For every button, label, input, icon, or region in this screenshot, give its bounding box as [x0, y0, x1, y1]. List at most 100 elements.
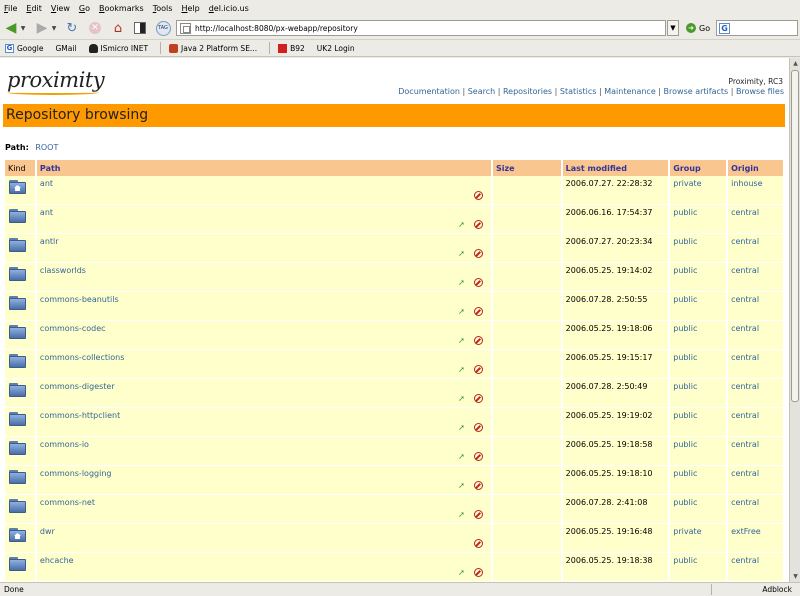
bookmark-java[interactable]: Java 2 Platform SE... — [169, 43, 257, 53]
folder-icon[interactable] — [9, 470, 26, 486]
group-link[interactable]: public — [673, 498, 697, 507]
refresh-icon[interactable]: ➚ — [457, 278, 466, 287]
folder-icon[interactable] — [9, 296, 26, 312]
group-link[interactable]: public — [673, 353, 697, 362]
path-link[interactable]: ant — [40, 179, 53, 188]
path-link[interactable]: commons-codec — [40, 324, 106, 333]
origin-link[interactable]: inhouse — [731, 179, 762, 188]
folder-icon[interactable] — [9, 325, 26, 341]
origin-link[interactable]: central — [731, 440, 759, 449]
search-input[interactable]: G — [716, 20, 798, 36]
scroll-down-icon[interactable]: ▼ — [790, 571, 800, 582]
column-header-origin[interactable]: Origin — [728, 160, 783, 176]
folder-icon[interactable] — [9, 383, 26, 399]
delete-icon[interactable] — [474, 394, 484, 403]
stop-icon[interactable]: ✕ — [87, 19, 103, 37]
column-header-size[interactable]: Size — [493, 160, 561, 176]
group-link[interactable]: public — [673, 266, 697, 275]
nav-link-browse-artifacts[interactable]: Browse artifacts — [664, 87, 729, 96]
delete-icon[interactable] — [474, 452, 484, 461]
bookmark-uk2[interactable]: UK2 Login — [317, 44, 355, 53]
path-root-link[interactable]: ROOT — [35, 143, 58, 152]
column-header-path[interactable]: Path — [36, 160, 492, 176]
refresh-icon[interactable]: ➚ — [457, 365, 466, 374]
bookmark-gmail[interactable]: GMail — [55, 44, 76, 53]
group-link[interactable]: public — [673, 295, 697, 304]
menu-tools[interactable]: Tools — [153, 4, 173, 13]
refresh-icon[interactable]: ➚ — [457, 510, 466, 519]
back-icon[interactable]: ◀ — [4, 19, 18, 37]
origin-link[interactable]: central — [731, 266, 759, 275]
origin-link[interactable]: extFree — [731, 527, 761, 536]
url-input[interactable]: http://localhost:8080/px-webapp/reposito… — [176, 20, 666, 36]
group-link[interactable]: public — [673, 440, 697, 449]
bookmark-ismicro[interactable]: ISmicro INET — [88, 43, 148, 53]
origin-link[interactable]: central — [731, 469, 759, 478]
folder-icon[interactable] — [9, 412, 26, 428]
refresh-icon[interactable]: ➚ — [457, 568, 466, 577]
bookmark-b92[interactable]: B92 — [278, 43, 305, 53]
nav-link-documentation[interactable]: Documentation — [398, 87, 460, 96]
forward-history-icon[interactable]: ▼ — [50, 19, 58, 37]
path-link[interactable]: commons-collections — [40, 353, 124, 362]
path-link[interactable]: commons-digester — [40, 382, 115, 391]
origin-link[interactable]: central — [731, 208, 759, 217]
delete-icon[interactable] — [474, 423, 484, 432]
folder-icon[interactable] — [9, 441, 26, 457]
reload-icon[interactable]: ↻ — [64, 19, 80, 37]
home-folder-icon[interactable] — [9, 528, 26, 544]
delete-icon[interactable] — [474, 365, 484, 374]
delete-icon[interactable] — [474, 539, 484, 548]
refresh-icon[interactable]: ➚ — [457, 452, 466, 461]
path-link[interactable]: commons-httpclient — [40, 411, 120, 420]
menu-view[interactable]: View — [51, 4, 70, 13]
delete-icon[interactable] — [474, 307, 484, 316]
nav-link-statistics[interactable]: Statistics — [560, 87, 597, 96]
delete-icon[interactable] — [474, 249, 484, 258]
refresh-icon[interactable]: ➚ — [457, 481, 466, 490]
path-link[interactable]: classworlds — [40, 266, 86, 275]
folder-icon[interactable] — [9, 267, 26, 283]
refresh-icon[interactable]: ➚ — [457, 423, 466, 432]
path-link[interactable]: dwr — [40, 527, 55, 536]
path-link[interactable]: commons-net — [40, 498, 95, 507]
back-history-icon[interactable]: ▼ — [19, 19, 27, 37]
delicious-icon[interactable] — [132, 19, 148, 37]
delete-icon[interactable] — [474, 191, 484, 200]
menu-file[interactable]: File — [4, 4, 17, 13]
path-link[interactable]: commons-io — [40, 440, 89, 449]
delete-icon[interactable] — [474, 481, 484, 490]
group-link[interactable]: private — [673, 179, 701, 188]
home-folder-icon[interactable] — [9, 180, 26, 196]
group-link[interactable]: public — [673, 237, 697, 246]
refresh-icon[interactable]: ➚ — [457, 220, 466, 229]
bookmark-google[interactable]: G Google — [5, 43, 43, 53]
column-header-last-modified[interactable]: Last modified — [562, 160, 669, 176]
origin-link[interactable]: central — [731, 382, 759, 391]
folder-icon[interactable] — [9, 499, 26, 515]
nav-link-search[interactable]: Search — [468, 87, 495, 96]
path-link[interactable]: ant — [40, 208, 53, 217]
origin-link[interactable]: central — [731, 324, 759, 333]
menu-help[interactable]: Help — [181, 4, 199, 13]
forward-icon[interactable]: ▶ — [35, 19, 49, 37]
adblock-button[interactable]: Adblock — [762, 585, 792, 594]
group-link[interactable]: public — [673, 208, 697, 217]
origin-link[interactable]: central — [731, 498, 759, 507]
group-link[interactable]: public — [673, 469, 697, 478]
scrollbar-thumb[interactable] — [791, 70, 799, 402]
origin-link[interactable]: central — [731, 353, 759, 362]
origin-link[interactable]: central — [731, 411, 759, 420]
path-link[interactable]: commons-beanutils — [40, 295, 119, 304]
url-dropdown-icon[interactable]: ▼ — [667, 20, 679, 36]
origin-link[interactable]: central — [731, 237, 759, 246]
menu-go[interactable]: Go — [79, 4, 90, 13]
folder-icon[interactable] — [9, 209, 26, 225]
refresh-icon[interactable]: ➚ — [457, 336, 466, 345]
refresh-icon[interactable]: ➚ — [457, 249, 466, 258]
origin-link[interactable]: central — [731, 556, 759, 565]
delete-icon[interactable] — [474, 568, 484, 577]
tag-button[interactable]: TAG — [154, 19, 172, 37]
nav-link-maintenance[interactable]: Maintenance — [604, 87, 656, 96]
scroll-up-icon[interactable]: ▲ — [790, 58, 800, 69]
